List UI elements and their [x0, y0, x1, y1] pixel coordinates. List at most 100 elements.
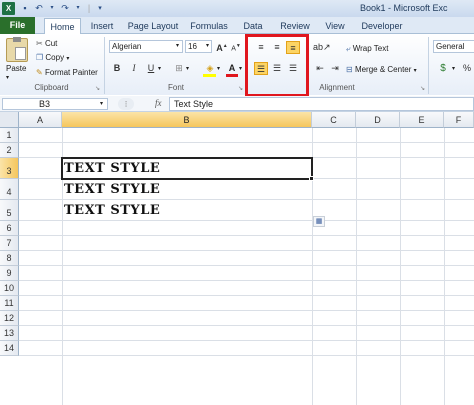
shrink-font-icon[interactable]: A▼: [229, 40, 243, 53]
row-header[interactable]: 13: [0, 326, 19, 341]
tab-home[interactable]: Home: [44, 18, 81, 35]
row-header[interactable]: 9: [0, 266, 19, 281]
merge-icon: ⊟: [346, 65, 353, 74]
bold-button[interactable]: B: [110, 62, 124, 75]
chevron-down-icon[interactable]: ▾: [176, 42, 179, 49]
row-header[interactable]: 4: [0, 179, 19, 200]
window-title: Book1 - Microsoft Exc: [360, 3, 448, 13]
borders-icon[interactable]: ⊞: [172, 62, 186, 75]
font-name-select[interactable]: Algerian: [109, 40, 183, 53]
format-painter-label: Format Painter: [44, 68, 98, 77]
name-box[interactable]: B3: [2, 98, 108, 110]
row-header-selected[interactable]: 3: [0, 158, 19, 179]
brush-icon: ✎: [36, 68, 43, 77]
undo-icon[interactable]: ↶: [33, 2, 45, 15]
column-header-c[interactable]: C: [312, 112, 356, 128]
grow-font-icon[interactable]: A▲: [215, 40, 229, 53]
cell-b4[interactable]: TEXT STYLE: [64, 181, 160, 199]
orientation-icon[interactable]: ab↗: [313, 41, 331, 54]
gridline: [356, 128, 357, 405]
paste-button[interactable]: Paste: [6, 63, 26, 74]
column-header-d[interactable]: D: [356, 112, 400, 128]
chevron-down-icon[interactable]: ▾: [158, 65, 161, 72]
row-header[interactable]: 8: [0, 251, 19, 266]
chevron-down-icon[interactable]: ▾: [217, 65, 220, 72]
cut-label: Cut: [44, 39, 58, 48]
redo-icon[interactable]: ↷: [59, 2, 71, 15]
merge-label: Merge & Center: [354, 65, 412, 74]
row-header[interactable]: 2: [0, 143, 19, 158]
tab-review[interactable]: Review: [278, 18, 312, 34]
row-header[interactable]: 1: [0, 128, 19, 143]
formula-input[interactable]: Text Style: [169, 97, 474, 111]
row-header[interactable]: 5: [0, 200, 19, 221]
decrease-indent-icon[interactable]: ⇤: [313, 62, 327, 75]
chevron-down-icon[interactable]: ▾: [206, 42, 209, 49]
tab-file[interactable]: File: [0, 17, 35, 34]
ribbon-tabs: File Home Insert Page Layout Formulas Da…: [0, 17, 474, 35]
paste-icon[interactable]: [6, 37, 28, 62]
active-cell-border: [61, 157, 313, 180]
wrap-text-button[interactable]: ⤶ Wrap Text: [346, 43, 388, 54]
merge-center-button[interactable]: ⊟ Merge & Center ▾: [346, 64, 417, 77]
group-separator: [428, 37, 429, 94]
separator: |: [87, 3, 91, 13]
spreadsheet-grid: A B C D E F 1 2 3 4 5 6 7 8 9 10 11 12 1…: [0, 112, 474, 405]
dialog-launcher-icon[interactable]: ↘: [238, 85, 243, 92]
tab-page-layout[interactable]: Page Layout: [127, 18, 179, 34]
column-header-a[interactable]: A: [19, 112, 62, 128]
row-header[interactable]: 12: [0, 311, 19, 326]
row-header[interactable]: 7: [0, 236, 19, 251]
title-bar: X ▪ ↶ ▾ ↷ ▾ | ▾ Book1 - Microsoft Exc: [0, 0, 474, 17]
percent-icon[interactable]: %: [460, 62, 474, 75]
chevron-down-icon[interactable]: ▾: [186, 65, 189, 72]
gridline: [19, 142, 474, 143]
undo-dropdown-icon[interactable]: ▾: [47, 2, 57, 15]
chevron-down-icon[interactable]: ▾: [239, 65, 242, 72]
cut-button[interactable]: ✂ Cut: [36, 38, 57, 49]
alignment-group-label: Alignment: [319, 83, 355, 92]
column-header-e[interactable]: E: [400, 112, 444, 128]
dialog-launcher-icon[interactable]: ↘: [420, 85, 425, 92]
row-header[interactable]: 11: [0, 296, 19, 311]
tab-formulas[interactable]: Formulas: [188, 18, 230, 34]
gridline: [19, 199, 474, 200]
copy-button[interactable]: ❐ Copy ▾: [36, 52, 69, 65]
tab-data[interactable]: Data: [240, 18, 266, 34]
gridline: [19, 250, 474, 251]
tab-insert[interactable]: Insert: [87, 18, 117, 34]
cell-b5[interactable]: TEXT STYLE: [64, 202, 160, 220]
row-header[interactable]: 6: [0, 221, 19, 236]
gridline: [19, 310, 474, 311]
italic-button[interactable]: I: [127, 62, 141, 75]
increase-indent-icon[interactable]: ⇥: [328, 62, 342, 75]
gridline: [19, 325, 474, 326]
chevron-down-icon[interactable]: ▾: [100, 100, 103, 107]
insert-function-icon[interactable]: fx: [155, 98, 162, 108]
tab-view[interactable]: View: [322, 18, 348, 34]
column-header-f[interactable]: F: [444, 112, 474, 128]
fill-handle[interactable]: [309, 176, 314, 181]
tab-developer[interactable]: Developer: [358, 18, 406, 34]
customize-icon[interactable]: ▾: [95, 2, 105, 15]
fill-color-swatch: [203, 74, 216, 77]
gridline: [19, 220, 474, 221]
column-header-b[interactable]: B: [62, 112, 312, 128]
underline-button[interactable]: U: [144, 62, 158, 75]
gridline: [19, 280, 474, 281]
excel-logo-icon[interactable]: X: [2, 2, 15, 15]
copy-label: Copy: [45, 53, 65, 62]
redo-dropdown-icon[interactable]: ▾: [73, 2, 83, 15]
gridline: [19, 295, 474, 296]
chevron-down-icon[interactable]: ▾: [452, 65, 455, 72]
dialog-launcher-icon[interactable]: ↘: [95, 85, 100, 92]
paste-options-icon[interactable]: ▦: [313, 216, 325, 227]
save-icon[interactable]: ▪: [19, 2, 31, 15]
select-all-button[interactable]: [0, 112, 19, 128]
row-header[interactable]: 14: [0, 341, 19, 356]
formula-expand-icon[interactable]: ⁝: [118, 98, 134, 110]
format-painter-button[interactable]: ✎ Format Painter: [36, 67, 98, 78]
currency-icon[interactable]: $: [436, 62, 450, 75]
row-header[interactable]: 10: [0, 281, 19, 296]
number-format-select[interactable]: General: [433, 40, 474, 53]
